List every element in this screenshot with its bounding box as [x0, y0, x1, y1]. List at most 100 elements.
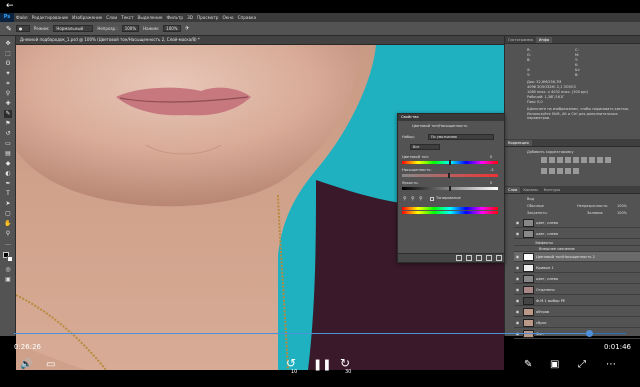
hue-saturation-adjust-icon[interactable]: [581, 157, 587, 163]
menu-3d[interactable]: 3D: [187, 15, 193, 20]
clip-to-layer-icon[interactable]: [456, 255, 462, 261]
move-tool-icon[interactable]: ✥: [4, 40, 12, 48]
shape-tool-icon[interactable]: ▢: [4, 210, 12, 218]
more-tools-icon[interactable]: …: [4, 240, 12, 248]
menu-image[interactable]: Изображение: [72, 15, 102, 20]
layer-row[interactable]: ◉ обтрав: [514, 307, 640, 317]
layer-row[interactable]: ◉ Кривые 1: [514, 263, 640, 273]
fullscreen-icon[interactable]: ⤢: [578, 359, 586, 371]
visibility-eye-icon[interactable]: ◉: [514, 276, 521, 281]
quick-mask-icon[interactable]: ◎: [4, 266, 12, 274]
cast-icon[interactable]: ▣: [550, 359, 559, 371]
layer-row[interactable]: ◉ цвет, слева: [514, 274, 640, 284]
document-tab[interactable]: Дневной подбородок_1.psd @ 100% (Цветово…: [16, 36, 504, 45]
layer-row[interactable]: ◉ цвет, слева: [514, 218, 640, 228]
eyedropper-plus-icon[interactable]: ⚲: [411, 196, 415, 202]
brightness-adjust-icon[interactable]: [541, 157, 547, 163]
tab-adjustments[interactable]: Коррекция: [505, 140, 532, 146]
visibility-toggle-icon[interactable]: [486, 255, 492, 261]
tab-paths[interactable]: Контуры: [541, 187, 563, 193]
layer-row[interactable]: ◉ сброс: [514, 318, 640, 328]
type-tool-icon[interactable]: T: [4, 190, 12, 198]
visibility-eye-icon[interactable]: ◉: [514, 265, 521, 270]
volume-icon[interactable]: 🔊: [20, 359, 32, 371]
visibility-eye-icon[interactable]: ◉: [514, 254, 521, 259]
visibility-eye-icon[interactable]: ◉: [514, 231, 521, 236]
eyedropper-icon[interactable]: ⚲: [403, 196, 407, 202]
back-button[interactable]: ←: [6, 1, 14, 11]
eyedropper-tool-icon[interactable]: ⚲: [4, 90, 12, 98]
exposure-adjust-icon[interactable]: [565, 157, 571, 163]
menu-window[interactable]: Окно: [222, 15, 233, 20]
visibility-eye-icon[interactable]: ◉: [514, 287, 521, 292]
menu-help[interactable]: Справка: [238, 15, 256, 20]
color-balance-adjust-icon[interactable]: [589, 157, 595, 163]
zoom-tool-icon[interactable]: ⚲: [4, 230, 12, 238]
channel-select[interactable]: Все: [410, 144, 440, 150]
curves-adjust-icon[interactable]: [557, 157, 563, 163]
menu-layer[interactable]: Слои: [106, 15, 117, 20]
menu-select[interactable]: Выделение: [138, 15, 163, 20]
gradient-tool-icon[interactable]: ▤: [4, 150, 12, 158]
black-white-adjust-icon[interactable]: [597, 157, 603, 163]
history-brush-icon[interactable]: ↺: [4, 130, 12, 138]
visibility-eye-icon[interactable]: ◉: [514, 309, 521, 314]
hand-tool-icon[interactable]: ✋: [4, 220, 12, 228]
blur-tool-icon[interactable]: ◆: [4, 160, 12, 168]
lightness-value[interactable]: 0: [490, 181, 492, 185]
tab-histogram[interactable]: Гистограмма: [505, 37, 536, 43]
layers-fill-value[interactable]: 100%: [617, 211, 627, 215]
opacity-field[interactable]: 100%: [121, 25, 140, 32]
visibility-eye-icon[interactable]: ◉: [514, 320, 521, 325]
photo-filter-adjust-icon[interactable]: [605, 157, 611, 163]
skip-forward-30-icon[interactable]: ↻ 30: [340, 357, 356, 375]
reset-icon[interactable]: [476, 255, 482, 261]
layer-row[interactable]: ◉ Отделено: [514, 285, 640, 295]
threshold-adjust-icon[interactable]: [565, 168, 571, 174]
hue-slider-thumb[interactable]: [449, 160, 451, 165]
vibrance-adjust-icon[interactable]: [573, 157, 579, 163]
pause-icon[interactable]: ❚❚: [313, 359, 331, 371]
brush-preset-picker[interactable]: ●: [15, 25, 30, 32]
tab-channels[interactable]: Каналы: [520, 187, 540, 193]
dodge-tool-icon[interactable]: ◐: [4, 170, 12, 178]
levels-adjust-icon[interactable]: [549, 157, 555, 163]
layer-row-selected[interactable]: ◉ Цветовой тон/Насыщенность 2: [514, 252, 640, 262]
stamp-tool-icon[interactable]: ⚑: [4, 120, 12, 128]
menu-file[interactable]: Файл: [16, 15, 28, 20]
delete-icon[interactable]: [496, 255, 502, 261]
pen-tool-icon[interactable]: ✒: [4, 180, 12, 188]
brush-tool-active-icon[interactable]: ✎: [4, 110, 12, 118]
crop-tool-icon[interactable]: ⌗: [4, 80, 12, 88]
layer-row[interactable]: ◉ Ф.М.1 выбор РЕ: [514, 296, 640, 306]
path-select-tool-icon[interactable]: ➤: [4, 200, 12, 208]
properties-header[interactable]: Свойства: [398, 114, 504, 121]
eyedropper-minus-icon[interactable]: ⚲: [419, 196, 423, 202]
skip-back-10-icon[interactable]: ↺ 10: [286, 357, 302, 375]
eraser-tool-icon[interactable]: ▭: [4, 140, 12, 148]
healing-tool-icon[interactable]: ✚: [4, 100, 12, 108]
saturation-slider-track[interactable]: [402, 174, 498, 177]
saturation-value[interactable]: -3: [490, 168, 494, 172]
preset-select[interactable]: По умолчанию: [428, 134, 494, 140]
saturation-slider-thumb[interactable]: [448, 173, 450, 178]
gradient-map-adjust-icon[interactable]: [573, 168, 579, 174]
layers-blend-mode[interactable]: Обычные: [527, 204, 544, 208]
tab-layers[interactable]: Слои: [505, 187, 521, 193]
visibility-eye-icon[interactable]: ◉: [514, 298, 521, 303]
posterize-adjust-icon[interactable]: [557, 168, 563, 174]
seek-bar-thumb[interactable]: [586, 330, 594, 337]
pen-icon[interactable]: ✎: [524, 359, 532, 371]
menu-edit[interactable]: Редактирование: [32, 15, 69, 20]
brush-tool-icon[interactable]: ✎: [6, 25, 12, 33]
lasso-tool-icon[interactable]: ʘ: [4, 60, 12, 68]
lightness-slider-thumb[interactable]: [449, 186, 451, 191]
more-icon[interactable]: ⋯: [606, 359, 616, 371]
background-color-swatch[interactable]: [7, 256, 13, 262]
channel-mixer-adjust-icon[interactable]: [541, 168, 547, 174]
tab-info[interactable]: Инфо: [535, 37, 553, 43]
visibility-eye-icon[interactable]: ◉: [514, 220, 521, 225]
colorize-checkbox[interactable]: [430, 197, 434, 201]
view-previous-icon[interactable]: [466, 255, 472, 261]
pressure-field[interactable]: 100%: [163, 25, 181, 32]
